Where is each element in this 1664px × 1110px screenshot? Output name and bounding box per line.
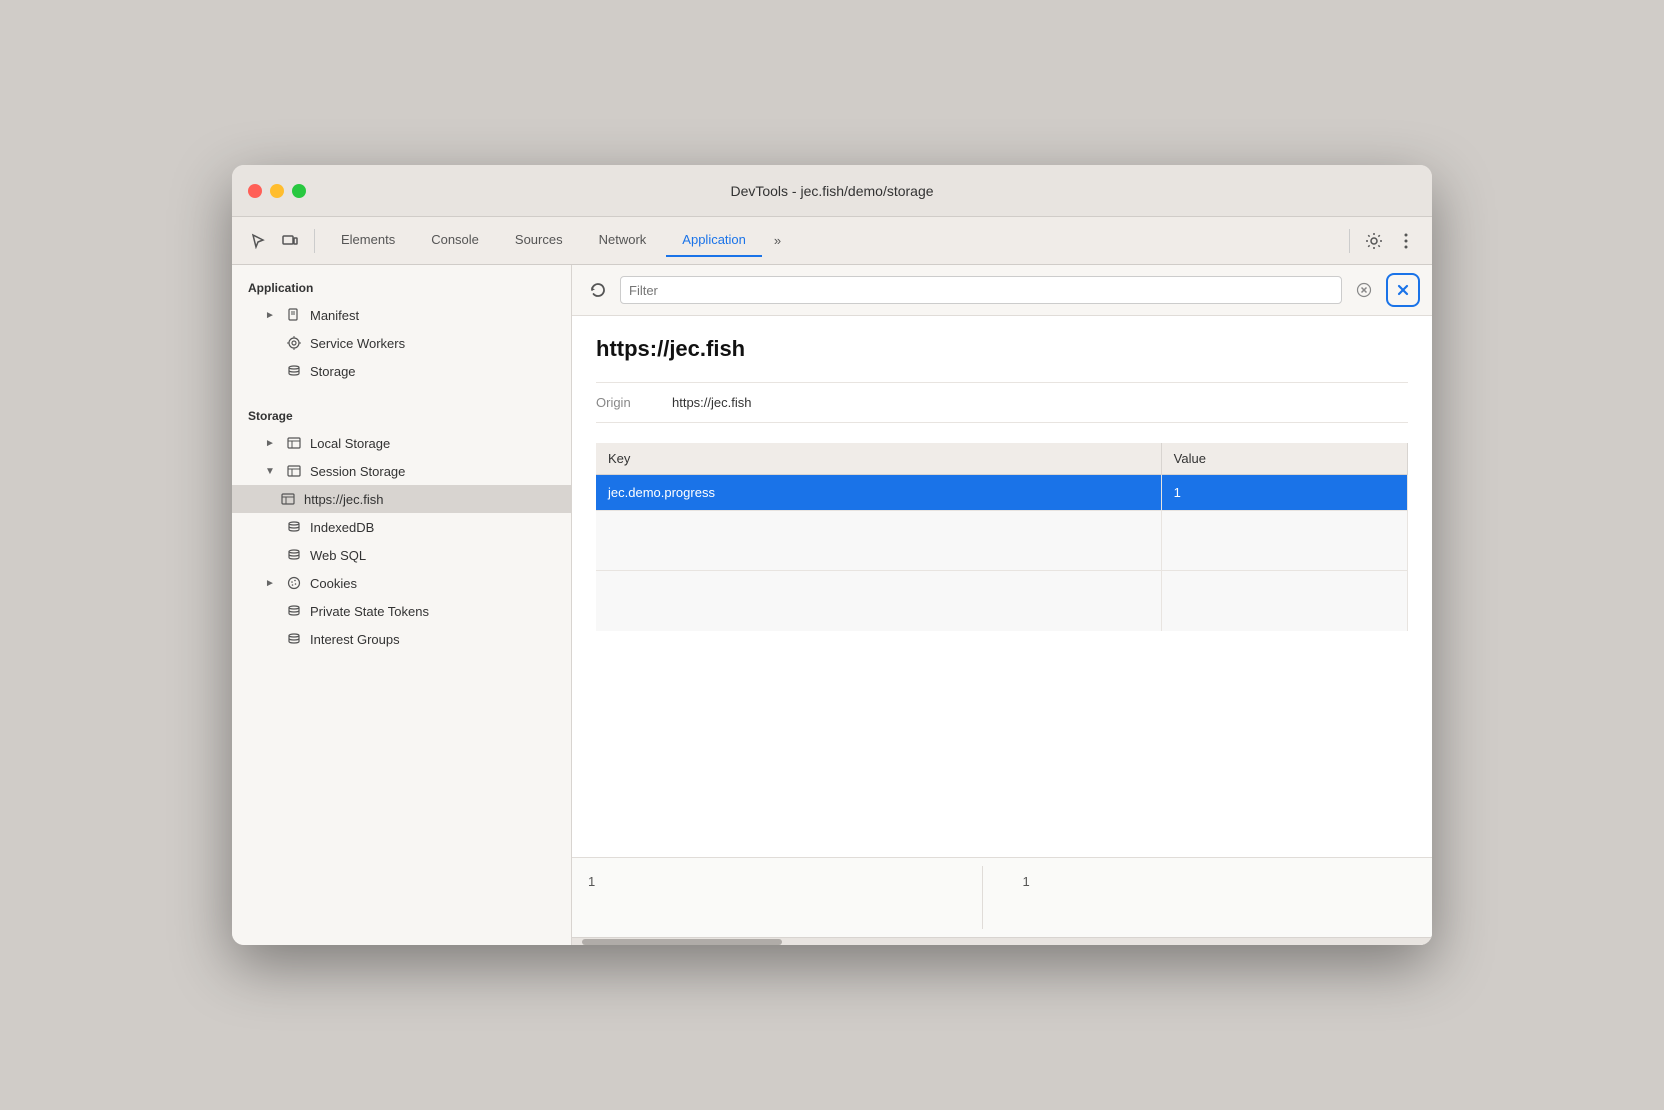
tab-application[interactable]: Application [666, 224, 762, 257]
key-cell: jec.demo.progress [596, 475, 1161, 511]
local-storage-icon [286, 435, 302, 451]
table-row-empty-1 [596, 511, 1408, 571]
bottom-key-cell: 1 [588, 866, 983, 929]
web-sql-label: Web SQL [310, 548, 366, 563]
sidebar-item-indexeddb[interactable]: ► IndexedDB [232, 513, 571, 541]
indexeddb-label: IndexedDB [310, 520, 374, 535]
table-row-empty-2 [596, 571, 1408, 631]
local-storage-label: Local Storage [310, 436, 390, 451]
bottom-value-cell: 1 [1023, 866, 1417, 929]
main-panel: https://jec.fish Origin https://jec.fish… [572, 265, 1432, 945]
storage-section-title: Storage [232, 393, 571, 429]
bottom-panel: 1 1 [572, 857, 1432, 937]
sidebar-item-interest-groups[interactable]: ► Interest Groups [232, 625, 571, 653]
private-state-tokens-label: Private State Tokens [310, 604, 429, 619]
sidebar-item-local-storage[interactable]: ► Local Storage [232, 429, 571, 457]
sidebar-item-storage-app[interactable]: ► Storage [232, 357, 571, 385]
sidebar-item-private-state-tokens[interactable]: ► Private State Tokens [232, 597, 571, 625]
local-storage-arrow: ► [264, 438, 276, 449]
jec-fish-icon [280, 491, 296, 507]
separator-right [1349, 229, 1350, 253]
origin-value: https://jec.fish [672, 395, 751, 410]
scrollbar-track[interactable] [572, 937, 1432, 945]
panel-content: https://jec.fish Origin https://jec.fish… [572, 316, 1432, 857]
sidebar-item-jec-fish[interactable]: https://jec.fish [232, 485, 571, 513]
sidebar-item-session-storage[interactable]: ▼ Session Storage [232, 457, 571, 485]
application-section-title: Application [232, 265, 571, 301]
settings-icon[interactable] [1360, 227, 1388, 255]
table-row[interactable]: jec.demo.progress 1 [596, 475, 1408, 511]
sidebar-item-service-workers[interactable]: ► Service Workers [232, 329, 571, 357]
tab-elements[interactable]: Elements [325, 224, 411, 257]
interest-groups-label: Interest Groups [310, 632, 400, 647]
service-workers-label: Service Workers [310, 336, 405, 351]
cookies-label: Cookies [310, 576, 357, 591]
bottom-key-value: 1 [588, 874, 595, 889]
origin-row: Origin https://jec.fish [596, 382, 1408, 423]
toolbar-right [1343, 227, 1420, 255]
device-toggle-icon[interactable] [276, 227, 304, 255]
storage-icon [286, 363, 302, 379]
private-state-tokens-icon [286, 603, 302, 619]
session-storage-arrow: ▼ [264, 466, 276, 477]
value-cell: 1 [1161, 475, 1407, 511]
session-storage-label: Session Storage [310, 464, 405, 479]
manifest-label: Manifest [310, 308, 359, 323]
jec-fish-label: https://jec.fish [304, 492, 383, 507]
scrollbar-thumb[interactable] [582, 939, 782, 945]
clear-filter-button[interactable] [1350, 276, 1378, 304]
interest-groups-icon [286, 631, 302, 647]
panel-toolbar [572, 265, 1432, 316]
key-column-header: Key [596, 443, 1161, 475]
titlebar: DevTools - jec.fish/demo/storage [232, 165, 1432, 217]
web-sql-icon [286, 547, 302, 563]
cursor-icon[interactable] [244, 227, 272, 255]
empty-value-cell [1161, 511, 1407, 571]
tab-network[interactable]: Network [583, 224, 663, 257]
minimize-button[interactable] [270, 184, 284, 198]
session-storage-icon [286, 463, 302, 479]
empty-key-cell-2 [596, 571, 1161, 631]
origin-title: https://jec.fish [596, 336, 1408, 362]
storage-table: Key Value jec.demo.progress 1 [596, 443, 1408, 631]
storage-label: Storage [310, 364, 356, 379]
manifest-arrow: ► [264, 310, 276, 321]
window-title: DevTools - jec.fish/demo/storage [730, 183, 933, 199]
empty-value-cell-2 [1161, 571, 1407, 631]
cookies-icon [286, 575, 302, 591]
tab-bar: Elements Console Sources Network Applica… [232, 217, 1432, 265]
devtools-window: DevTools - jec.fish/demo/storage Element… [232, 165, 1432, 945]
value-column-header: Value [1161, 443, 1407, 475]
indexeddb-icon [286, 519, 302, 535]
cookies-arrow: ► [264, 578, 276, 589]
more-options-icon[interactable] [1392, 227, 1420, 255]
main-content: Application ► Manifest ► [232, 265, 1432, 945]
separator [314, 229, 315, 253]
empty-key-cell [596, 511, 1161, 571]
manifest-icon [286, 307, 302, 323]
sidebar-item-cookies[interactable]: ► Cookies [232, 569, 571, 597]
tab-sources[interactable]: Sources [499, 224, 579, 257]
refresh-button[interactable] [584, 276, 612, 304]
origin-label: Origin [596, 395, 656, 410]
more-tabs-button[interactable]: » [766, 225, 789, 256]
close-button[interactable] [248, 184, 262, 198]
sidebar-item-manifest[interactable]: ► Manifest [232, 301, 571, 329]
bottom-value-value: 1 [1023, 874, 1030, 889]
service-workers-icon [286, 335, 302, 351]
x-close-button[interactable] [1386, 273, 1420, 307]
maximize-button[interactable] [292, 184, 306, 198]
sidebar: Application ► Manifest ► [232, 265, 572, 945]
filter-input[interactable] [620, 276, 1342, 304]
tab-console[interactable]: Console [415, 224, 495, 257]
window-controls [248, 184, 306, 198]
sidebar-item-web-sql[interactable]: ► Web SQL [232, 541, 571, 569]
